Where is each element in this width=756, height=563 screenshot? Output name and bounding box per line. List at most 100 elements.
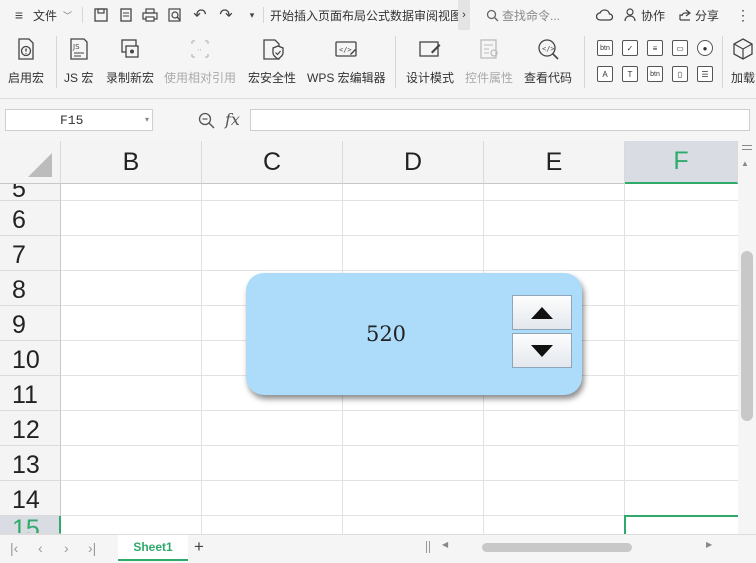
svg-text:,,: ,, xyxy=(197,43,201,52)
relative-reference-button[interactable]: ,, 使用相对引用 xyxy=(164,36,236,92)
share-label: 分享 xyxy=(695,8,720,23)
scrollbar-control-icon[interactable]: ▯ xyxy=(672,66,688,82)
next-sheet-icon[interactable]: › xyxy=(64,540,69,556)
column-header-c[interactable]: C xyxy=(202,141,343,184)
menu-icon[interactable]: ≡ xyxy=(10,6,28,24)
share-button[interactable]: 分享 xyxy=(678,0,719,30)
tabs-scroll-right-icon[interactable]: › xyxy=(458,0,470,30)
export-pdf-icon[interactable] xyxy=(117,6,135,24)
textbox-control-icon[interactable]: T xyxy=(622,66,638,82)
scroll-right-icon[interactable]: ▶ xyxy=(706,540,712,549)
column-header-d[interactable]: D xyxy=(343,141,484,184)
row-header-11[interactable]: 11 xyxy=(0,376,61,411)
active-cell-f15[interactable] xyxy=(624,515,738,534)
scroll-up-icon[interactable]: ▲ xyxy=(741,159,749,168)
chevron-down-icon: ﹀ xyxy=(63,10,73,21)
scroll-top-icon xyxy=(742,149,752,150)
gridline xyxy=(61,445,738,446)
previous-sheet-icon[interactable]: ‹ xyxy=(38,540,43,556)
load-addin-button[interactable]: 加载 xyxy=(730,36,756,92)
undo-icon[interactable]: ↶ xyxy=(191,6,209,24)
quick-access-dropdown-icon[interactable]: ▾ xyxy=(243,6,261,24)
split-handle-icon[interactable] xyxy=(426,541,430,553)
row-header-8[interactable]: 8 xyxy=(0,271,61,306)
print-preview-icon[interactable] xyxy=(166,6,184,24)
scrollbar-thumb[interactable] xyxy=(741,251,753,421)
spin-value: 520 xyxy=(365,322,407,346)
row-header-12[interactable]: 12 xyxy=(0,411,61,446)
enable-macro-button[interactable]: 启用宏 xyxy=(8,36,44,92)
redo-icon[interactable]: ↷ xyxy=(217,6,235,24)
spin-button-control[interactable]: 520 xyxy=(246,273,582,395)
formula-input[interactable] xyxy=(250,109,750,131)
column-header-b[interactable]: B xyxy=(61,141,202,184)
js-macro-label: JS 宏 xyxy=(64,71,94,85)
enable-macro-label: 启用宏 xyxy=(8,71,45,85)
design-mode-button[interactable]: 设计模式 xyxy=(406,36,454,92)
print-icon[interactable] xyxy=(141,6,159,24)
ribbon-toolbar: 启用宏 JS JS 宏 录制新宏 ,, 使用相对引用 宏安全性 </> WPS … xyxy=(0,30,756,99)
search-box[interactable]: 查找命令... xyxy=(486,0,560,30)
sheet-tab-sheet1[interactable]: Sheet1 xyxy=(118,535,188,561)
scroll-left-icon[interactable]: ◀ xyxy=(442,540,448,549)
frame-control-icon[interactable]: ▭ xyxy=(672,40,688,56)
row-header-10[interactable]: 10 xyxy=(0,341,61,376)
column-header-f[interactable]: F xyxy=(625,141,738,184)
share-icon xyxy=(679,9,691,21)
zoom-formula-icon[interactable] xyxy=(198,112,215,134)
collaborate-button[interactable]: 协作 xyxy=(624,0,665,30)
wps-macro-editor-button[interactable]: </> WPS 宏编辑器 xyxy=(307,36,386,92)
first-sheet-icon[interactable]: |‹ xyxy=(10,540,18,556)
gridline xyxy=(624,184,625,534)
js-macro-button[interactable]: JS JS 宏 xyxy=(64,36,93,92)
listbox-control-icon[interactable]: ☰ xyxy=(697,66,713,82)
row-header-9[interactable]: 9 xyxy=(0,306,61,341)
cloud-sync-icon[interactable] xyxy=(596,6,614,24)
scroll-top-icon[interactable] xyxy=(742,145,752,146)
last-sheet-icon[interactable]: ›| xyxy=(88,540,96,556)
view-code-label: 查看代码 xyxy=(524,71,573,85)
vertical-scrollbar[interactable]: ▲ xyxy=(738,141,756,534)
select-all-corner[interactable] xyxy=(0,141,61,184)
checkbox-control-icon[interactable]: ✓ xyxy=(622,40,638,56)
fx-icon[interactable]: fx xyxy=(225,110,240,129)
row-header-7[interactable]: 7 xyxy=(0,236,61,271)
design-mode-icon xyxy=(417,36,443,62)
name-box[interactable]: F15 ▾ xyxy=(5,109,153,131)
button-control-icon[interactable]: btn xyxy=(597,40,613,56)
control-properties-label: 控件属性 xyxy=(465,71,514,85)
more-icon[interactable]: ⋮ xyxy=(734,6,752,24)
combobox-control-icon[interactable]: ≡ xyxy=(647,40,663,56)
row-header-14[interactable]: 14 xyxy=(0,481,61,516)
record-macro-button[interactable]: 录制新宏 xyxy=(106,36,154,92)
spin-down-button[interactable] xyxy=(512,333,572,368)
horizontal-scrollbar[interactable]: ◀ ▶ xyxy=(434,538,724,556)
save-icon[interactable] xyxy=(92,6,110,24)
relative-reference-label: 使用相对引用 xyxy=(164,71,237,85)
collaborate-label: 协作 xyxy=(641,8,666,23)
row-header-13[interactable]: 13 xyxy=(0,446,61,481)
spin-up-button[interactable] xyxy=(512,295,572,330)
row-header-5[interactable]: 5 xyxy=(0,184,61,201)
horizontal-scrollbar-thumb[interactable] xyxy=(482,543,632,552)
control-properties-icon xyxy=(476,36,502,62)
view-code-button[interactable]: </> 查看代码 xyxy=(524,36,572,92)
label-control-icon[interactable]: A xyxy=(597,66,613,82)
macro-warning-icon xyxy=(13,36,39,62)
macro-security-button[interactable]: 宏安全性 xyxy=(248,36,296,92)
row-header-6[interactable]: 6 xyxy=(0,201,61,236)
svg-text:</>: </> xyxy=(542,45,555,53)
toggle-button-control-icon[interactable]: btn xyxy=(647,66,663,82)
file-menu[interactable]: 文件 ﹀ xyxy=(33,0,72,30)
name-box-value: F15 xyxy=(60,112,84,128)
radio-control-icon[interactable]: ● xyxy=(697,40,713,56)
gridline xyxy=(61,235,738,236)
add-sheet-icon[interactable]: + xyxy=(194,537,204,557)
row-header-15[interactable]: 15 xyxy=(0,516,61,534)
control-properties-button[interactable]: 控件属性 xyxy=(465,36,513,92)
ribbon-tabs[interactable]: 开始插入页面布局公式数据审阅视图 xyxy=(270,0,458,30)
relative-reference-icon: ,, xyxy=(187,36,213,62)
chevron-down-icon[interactable]: ▾ xyxy=(145,115,149,125)
column-header-e[interactable]: E xyxy=(484,141,625,184)
svg-text:JS: JS xyxy=(72,43,80,51)
